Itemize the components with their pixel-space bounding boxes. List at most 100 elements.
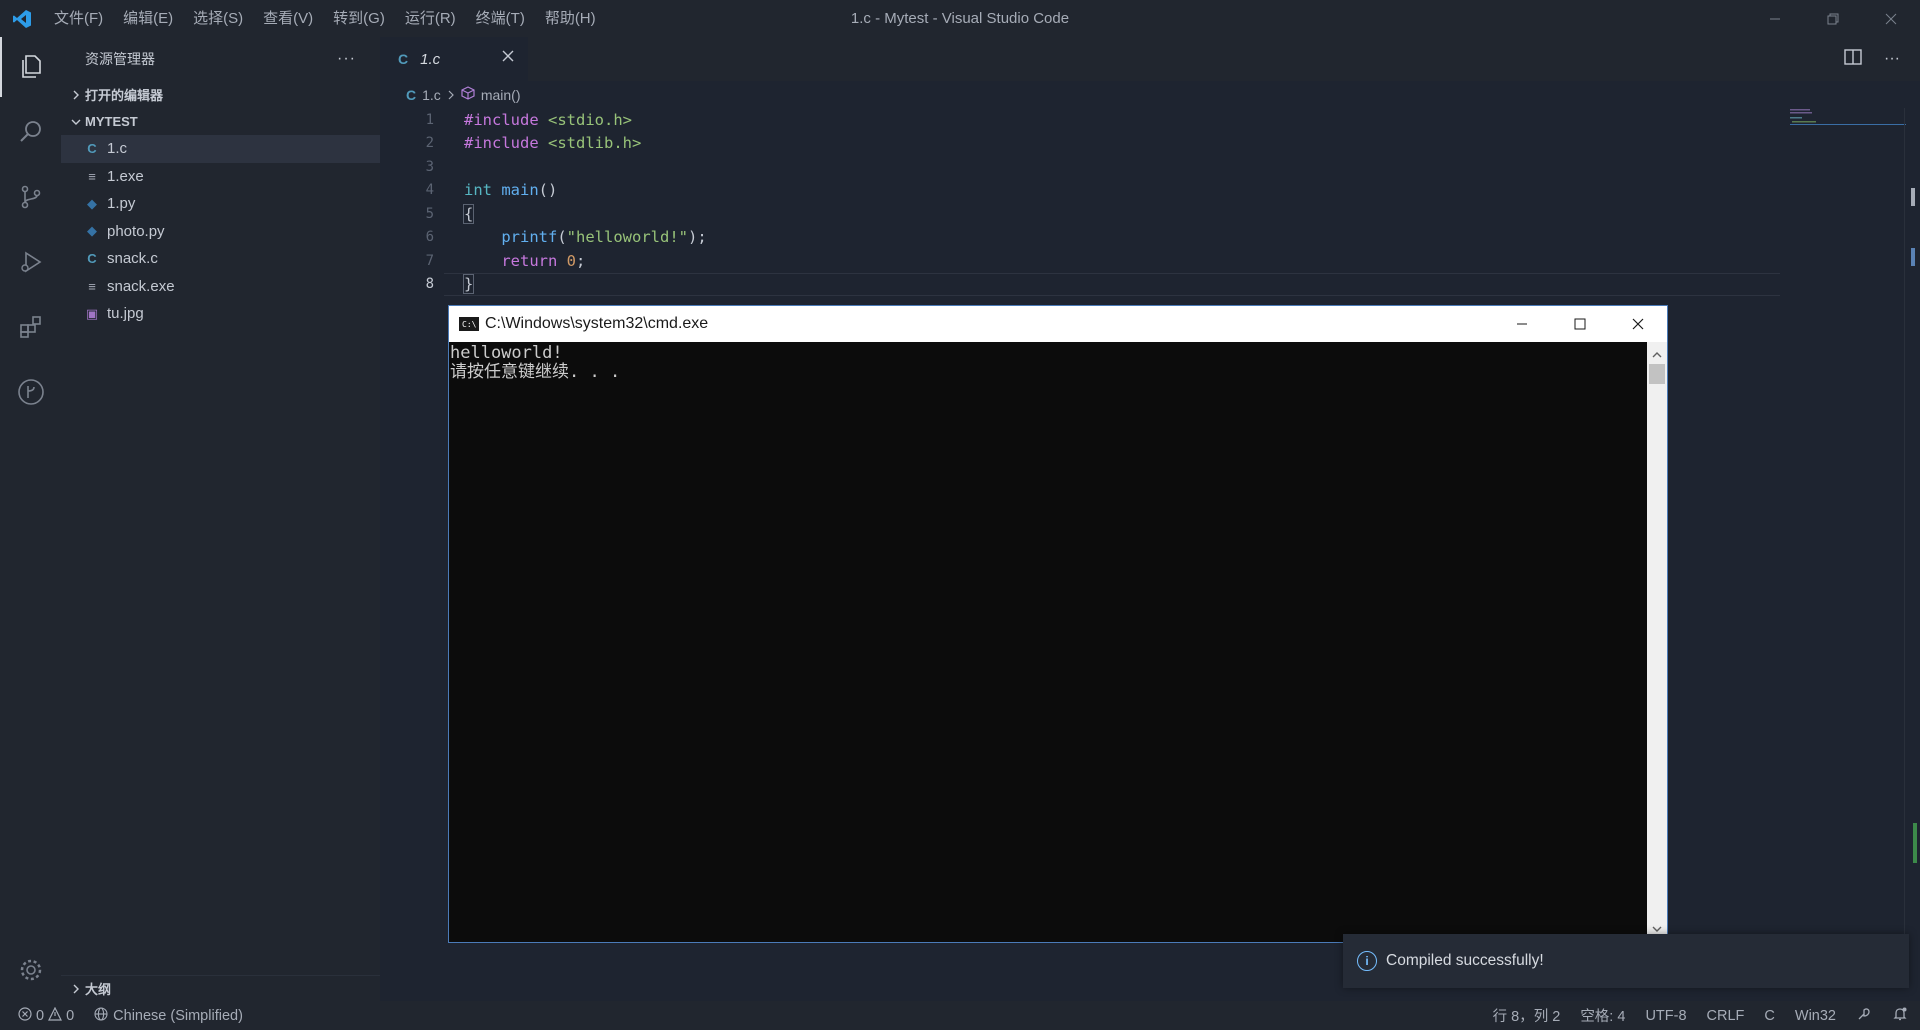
vscode-logo-icon	[0, 0, 44, 37]
line-number: 1	[425, 111, 434, 128]
error-count: 0	[36, 1007, 45, 1024]
file-item[interactable]: ▣ tu.jpg	[61, 300, 380, 328]
restore-button[interactable]	[1804, 0, 1862, 37]
console-icon: C:\	[459, 317, 479, 331]
file-list: C 1.c ≡ 1.exe ◆ 1.py ◆ photo.py Csnack.c ≡ snack.e…	[61, 135, 380, 328]
notification-message: Compiled successfully!	[1386, 952, 1544, 969]
platform[interactable]: Win32	[1795, 1008, 1836, 1024]
split-editor-icon[interactable]	[1844, 48, 1862, 70]
code-editor[interactable]: 1 #include <stdio.h> 2 #include <stdlib.h>…	[380, 108, 1780, 296]
c-file-icon: C	[406, 86, 417, 103]
line-number: 3	[425, 158, 434, 175]
menu-go[interactable]: 转到(G)	[323, 0, 395, 37]
menu-view[interactable]: 查看(V)	[253, 0, 323, 37]
open-editors-label: 打开的编辑器	[85, 88, 164, 103]
cursor-position[interactable]: 行 8，列 2	[1493, 1005, 1561, 1026]
menu-help[interactable]: 帮助(H)	[535, 0, 606, 37]
file-item[interactable]: ≡ 1.exe	[61, 163, 380, 191]
indentation[interactable]: 空格: 4	[1580, 1005, 1625, 1026]
line-number: 8	[425, 276, 434, 293]
file-item[interactable]: C 1.c	[61, 135, 380, 163]
scroll-up-arrow-icon[interactable]	[1652, 346, 1662, 364]
cmd-window: C:\ C:\Windows\system32\cmd.exe hellowor…	[448, 305, 1668, 943]
close-tab-icon[interactable]	[502, 49, 514, 66]
code-line: 7 return 0;	[380, 249, 1780, 273]
run-debug-icon[interactable]	[0, 232, 61, 292]
cmd-scrollbar[interactable]	[1647, 342, 1667, 942]
file-item[interactable]: Csnack.c	[61, 245, 380, 273]
settings-gear-icon[interactable]	[0, 940, 61, 1000]
notifications-bell-icon[interactable]	[1892, 1006, 1908, 1026]
file-item[interactable]: ◆ photo.py	[61, 218, 380, 246]
code-line-current: 8}	[380, 272, 1780, 296]
menu-file[interactable]: 文件(F)	[44, 0, 113, 37]
menu-selection[interactable]: 选择(S)	[183, 0, 253, 37]
menu-terminal[interactable]: 终端(T)	[466, 0, 535, 37]
outline-label: 大纲	[85, 982, 112, 997]
encoding[interactable]: UTF-8	[1645, 1008, 1686, 1024]
open-editors-section[interactable]: 打开的编辑器	[61, 81, 380, 108]
warning-icon	[48, 1006, 63, 1025]
binary-file-icon: ≡	[88, 168, 96, 184]
code-line: 3	[380, 155, 1780, 179]
c-file-icon: C	[87, 141, 97, 157]
minimize-button[interactable]	[1746, 0, 1804, 37]
git-graph-icon[interactable]	[0, 362, 61, 422]
breadcrumb: C 1.c main()	[380, 81, 520, 108]
code-line: 5{	[380, 202, 1780, 226]
breadcrumb-symbol[interactable]: main()	[481, 87, 521, 103]
feedback-icon[interactable]	[1856, 1006, 1872, 1026]
search-icon[interactable]	[0, 102, 61, 162]
notification-toast[interactable]: i Compiled successfully!	[1343, 934, 1909, 988]
symbol-method-icon	[461, 86, 475, 103]
file-item[interactable]: ≡ snack.exe	[61, 273, 380, 301]
explorer-sidebar: 资源管理器 ··· 打开的编辑器 MYTEST C 1.c ≡ 1.exe ◆ 1.py ◆…	[61, 37, 380, 976]
tab-1c[interactable]: C 1.c	[380, 37, 528, 81]
code-line: 1 #include <stdio.h>	[380, 108, 1780, 132]
python-file-icon: ◆	[87, 195, 97, 211]
source-control-icon[interactable]	[0, 167, 61, 227]
problems-indicator[interactable]: 0 0	[18, 1006, 74, 1025]
more-actions-icon[interactable]: ···	[337, 50, 356, 68]
error-icon	[18, 1006, 32, 1025]
svg-text:C:\: C:\	[462, 320, 477, 329]
outline-section[interactable]: 大纲	[61, 975, 380, 1001]
cmd-close-button[interactable]	[1609, 306, 1667, 342]
file-label: snack.exe	[107, 277, 175, 295]
code-line: 2 #include <stdlib.h>	[380, 132, 1780, 156]
extensions-icon[interactable]	[0, 297, 61, 357]
cmd-output[interactable]: helloworld! 请按任意键继续. . .	[449, 342, 1647, 942]
language-pack-indicator[interactable]: Chinese (Simplified)	[94, 1006, 243, 1025]
python-file-icon: ◆	[87, 223, 97, 239]
cmd-title-bar[interactable]: C:\ C:\Windows\system32\cmd.exe	[449, 306, 1667, 342]
folder-section[interactable]: MYTEST	[61, 108, 380, 135]
cmd-output-line: helloworld!	[450, 343, 563, 363]
cmd-scroll-thumb[interactable]	[1649, 364, 1665, 384]
breadcrumb-file[interactable]: 1.c	[422, 87, 441, 103]
file-label: tu.jpg	[107, 305, 144, 323]
editor-tabs: C 1.c ···	[380, 37, 1920, 81]
tab-label: 1.c	[420, 50, 441, 68]
explorer-icon[interactable]	[0, 37, 61, 97]
folder-label: MYTEST	[85, 114, 138, 129]
editor-more-actions-icon[interactable]: ···	[1884, 50, 1900, 68]
cmd-maximize-button[interactable]	[1551, 306, 1609, 342]
file-item[interactable]: ◆ 1.py	[61, 190, 380, 218]
language-pack-label: Chinese (Simplified)	[113, 1007, 243, 1024]
image-file-icon: ▣	[85, 305, 99, 321]
chevron-down-icon	[67, 117, 85, 127]
cmd-minimize-button[interactable]	[1493, 306, 1551, 342]
line-ending[interactable]: CRLF	[1707, 1008, 1745, 1024]
line-number: 7	[425, 252, 434, 269]
chevron-right-icon	[67, 984, 85, 994]
editor-scrollbar[interactable]	[1904, 108, 1920, 978]
menu-bar: 文件(F) 编辑(E) 选择(S) 查看(V) 转到(G) 运行(R) 终端(T…	[44, 0, 606, 37]
line-number: 6	[425, 229, 434, 246]
minimap[interactable]	[1788, 108, 1908, 128]
file-label: 1.exe	[107, 167, 144, 185]
menu-run[interactable]: 运行(R)	[395, 0, 466, 37]
binary-file-icon: ≡	[88, 278, 96, 294]
close-window-button[interactable]	[1862, 0, 1920, 37]
menu-edit[interactable]: 编辑(E)	[113, 0, 183, 37]
language-mode[interactable]: C	[1764, 1008, 1774, 1024]
